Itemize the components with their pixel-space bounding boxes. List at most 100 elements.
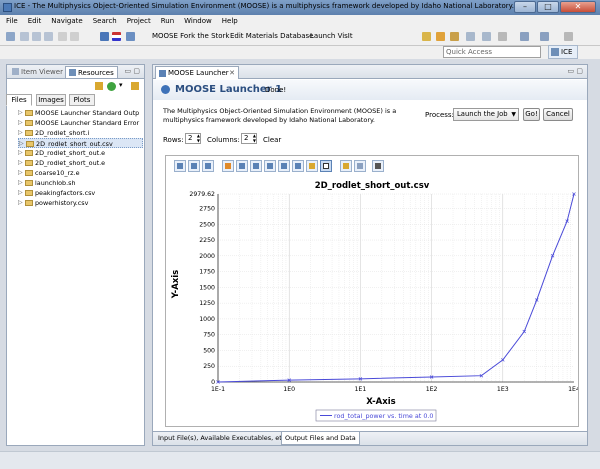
list-item[interactable]: ▷ launchlob.sh <box>18 178 143 188</box>
legend: rod_total_power vs. time at 0.0 <box>315 409 437 422</box>
zoom-fit-icon[interactable] <box>174 160 186 172</box>
y-tick-label: 2000 <box>199 253 215 260</box>
moose-fork-link[interactable]: MOOSE Fork the Stork <box>152 32 229 40</box>
close-tab-icon[interactable]: ✕ <box>229 67 235 79</box>
list-item[interactable]: ▷ coarse10_rz.e <box>18 168 143 178</box>
subtab-images[interactable]: Images <box>36 94 66 106</box>
snapshot-icon[interactable] <box>372 160 384 172</box>
y-tick-label: 1000 <box>199 316 215 323</box>
process-select[interactable]: Launch the Job ▼ <box>453 108 519 121</box>
subtab-plots[interactable]: Plots <box>69 94 95 106</box>
zoom-box-icon[interactable] <box>236 160 248 172</box>
menu-navigate[interactable]: Navigate <box>51 15 82 28</box>
delete-icon[interactable] <box>131 82 139 90</box>
chevron-down-icon: ▼ <box>511 111 516 118</box>
tab-moose-launcher[interactable]: MOOSE Launcher ✕ <box>155 66 239 79</box>
launch-icon[interactable] <box>100 32 109 41</box>
columns-spinner[interactable]: 2 ▲ ▼ <box>241 133 257 144</box>
menu-edit[interactable]: Edit <box>28 15 42 28</box>
list-item-selected[interactable]: ▷ 2D_rodlet_short_out.csv <box>18 138 143 148</box>
y-tick-label: 0 <box>211 379 215 386</box>
chart-grid <box>217 193 574 383</box>
y-tick-label: 1250 <box>199 300 215 307</box>
nav-icon[interactable] <box>498 32 507 41</box>
subtab-files[interactable]: Files <box>6 94 32 106</box>
flag-icon[interactable] <box>112 32 121 41</box>
clear-button[interactable]: Clear <box>263 136 281 144</box>
build-icon[interactable] <box>450 32 459 41</box>
run-icon[interactable] <box>107 82 116 91</box>
go-button[interactable]: Go! <box>523 108 540 121</box>
chart-series <box>216 192 576 384</box>
menu-search[interactable]: Search <box>93 15 117 28</box>
quick-access-input[interactable]: Quick Access <box>443 46 541 58</box>
zoom-out-icon[interactable] <box>292 160 304 172</box>
list-item[interactable]: ▷ MOOSE Launcher Standard Outp <box>18 108 143 118</box>
hand-icon[interactable] <box>306 160 318 172</box>
pan-icon[interactable] <box>188 160 200 172</box>
dropdown-icon[interactable]: ▾ <box>119 81 123 89</box>
save-icon[interactable] <box>20 32 29 41</box>
rows-label: Rows: <box>163 136 184 144</box>
y-tick-label: 750 <box>203 332 215 339</box>
tab-output-files[interactable]: Output Files and Data <box>281 432 360 445</box>
zoom-in-icon[interactable] <box>278 160 290 172</box>
line-chart: 2D_rodlet_short_out.csv 0 250 500 750 1000 12… <box>171 181 578 422</box>
annotation-icon[interactable] <box>482 32 491 41</box>
stretch-x-icon[interactable] <box>264 160 276 172</box>
view-min-max-icons[interactable]: ▭ ▢ <box>125 67 140 75</box>
minimize-icon[interactable]: – <box>514 1 536 13</box>
tab-resources[interactable]: Resources <box>65 66 118 78</box>
stretch-y-icon[interactable] <box>250 160 262 172</box>
y-tick-label: 1750 <box>199 269 215 276</box>
zoom-x-icon[interactable] <box>202 160 214 172</box>
save-all-icon[interactable] <box>32 32 41 41</box>
tab-item-viewer[interactable]: Item Viewer <box>9 66 66 78</box>
tools-icon[interactable] <box>436 32 445 41</box>
x-tick-label: 1E3 <box>497 386 509 393</box>
maximize-icon[interactable]: □ <box>537 1 559 13</box>
tab-input-files[interactable]: Input File(s), Available Executables, et… <box>155 432 290 445</box>
editor-min-max-icons[interactable]: ▭ ▢ <box>568 67 583 75</box>
menu-file[interactable]: File <box>6 15 18 28</box>
menu-window[interactable]: Window <box>184 15 212 28</box>
redo-icon[interactable] <box>70 32 79 41</box>
rows-spinner[interactable]: 2 ▲ ▼ <box>185 133 201 144</box>
toolbar-menu-icon[interactable] <box>564 32 573 41</box>
wrench-icon[interactable] <box>422 32 431 41</box>
undo-plot-icon[interactable] <box>340 160 352 172</box>
axis-icon[interactable] <box>222 160 234 172</box>
forward-icon[interactable] <box>540 32 549 41</box>
menu-run[interactable]: Run <box>161 15 174 28</box>
list-item[interactable]: ▷ MOOSE Launcher Standard Error <box>18 118 143 128</box>
search-tool-icon[interactable] <box>466 32 475 41</box>
left-tabs: Item Viewer Resources ▭ ▢ <box>7 65 144 79</box>
fork-icon[interactable] <box>126 32 135 41</box>
import-icon[interactable] <box>95 82 103 90</box>
back-icon[interactable] <box>520 32 529 41</box>
pointer-icon[interactable] <box>320 160 332 172</box>
edit-materials-link[interactable]: Edit Materials Database <box>230 32 314 40</box>
y-tick-label: 250 <box>203 363 215 370</box>
redo-plot-icon[interactable] <box>354 160 366 172</box>
menu-help[interactable]: Help <box>222 15 238 28</box>
print-icon[interactable] <box>44 32 53 41</box>
y-tick-label: 2750 <box>199 205 215 212</box>
x-tick-label: 1E4 <box>568 386 578 393</box>
undo-icon[interactable] <box>58 32 67 41</box>
menu-project[interactable]: Project <box>127 15 151 28</box>
list-item[interactable]: ▷ 2D_rodlet_short.i <box>18 128 143 138</box>
cancel-button[interactable]: Cancel <box>543 108 573 121</box>
list-item[interactable]: ▷ peakingfactors.csv <box>18 188 143 198</box>
perspective-button[interactable]: ICE <box>548 45 578 59</box>
new-icon[interactable] <box>6 32 15 41</box>
list-item[interactable]: ▷ 2D_rodlet_short_out.e <box>18 158 143 168</box>
list-item[interactable]: ▷ powerhistory.csv <box>18 198 143 208</box>
close-icon[interactable]: ✕ <box>560 1 596 13</box>
main-toolbar: MOOSE Fork the Stork Edit Materials Data… <box>0 28 600 46</box>
y-tick-label: 2979.62 <box>189 191 215 198</box>
list-item[interactable]: ▷ 2D_rodlet_short_out.e <box>18 148 143 158</box>
form-header: MOOSE Launcher 1 Done! <box>153 80 587 100</box>
launch-visit-link[interactable]: Launch VisIt <box>310 32 353 40</box>
columns-label: Columns: <box>207 136 240 144</box>
